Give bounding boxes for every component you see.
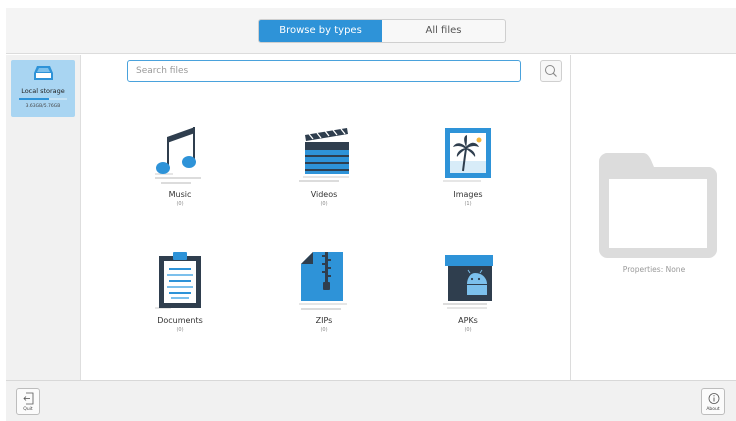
local-storage-item[interactable]: Local storage 3.63GB/5.76GB bbox=[11, 60, 75, 117]
properties-panel: Properties: None bbox=[570, 55, 736, 380]
category-label: Music bbox=[168, 190, 192, 199]
folder-icon bbox=[599, 153, 717, 258]
category-label: APKs bbox=[458, 316, 478, 325]
category-documents[interactable]: Documents (0) bbox=[130, 251, 230, 356]
search-button[interactable] bbox=[540, 60, 562, 82]
storage-label: Local storage bbox=[21, 87, 65, 95]
about-button[interactable]: About bbox=[701, 388, 725, 415]
info-icon bbox=[708, 393, 720, 404]
category-label: Documents bbox=[157, 316, 203, 325]
category-count: (0) bbox=[320, 201, 328, 207]
quit-label: Quit bbox=[23, 407, 33, 412]
storage-usage-bar bbox=[19, 98, 67, 100]
category-count: (0) bbox=[464, 327, 472, 333]
category-videos[interactable]: Videos (0) bbox=[274, 125, 374, 230]
app-window: Browse by types All files Local storage … bbox=[0, 0, 736, 421]
search-icon bbox=[545, 65, 557, 77]
properties-text: Properties: None bbox=[622, 265, 686, 274]
category-images[interactable]: Images (1) bbox=[418, 125, 518, 230]
clipboard-document-icon bbox=[155, 252, 201, 309]
zip-archive-icon bbox=[299, 252, 347, 310]
clapperboard-icon bbox=[299, 128, 349, 182]
category-browser: Music (0) Videos (0) bbox=[82, 55, 569, 380]
about-label: About bbox=[706, 407, 720, 412]
tab-all-files[interactable]: All files bbox=[382, 20, 505, 42]
category-music[interactable]: Music (0) bbox=[130, 125, 230, 230]
music-note-icon bbox=[155, 127, 201, 184]
picture-icon bbox=[443, 128, 491, 182]
storage-sidebar: Local storage 3.63GB/5.76GB bbox=[6, 55, 81, 380]
hard-drive-icon bbox=[34, 66, 53, 80]
tab-browse-by-types[interactable]: Browse by types bbox=[259, 20, 382, 42]
exit-icon bbox=[23, 392, 34, 405]
quit-button[interactable]: Quit bbox=[16, 388, 40, 415]
category-apks[interactable]: APKs (0) bbox=[418, 251, 518, 356]
category-count: (0) bbox=[176, 201, 184, 207]
category-label: Images bbox=[453, 190, 483, 199]
category-label: ZIPs bbox=[315, 316, 333, 325]
category-label: Videos bbox=[310, 190, 338, 199]
category-zips[interactable]: ZIPs (0) bbox=[274, 251, 374, 356]
view-tabs: Browse by types All files bbox=[258, 19, 506, 43]
category-count: (1) bbox=[464, 201, 472, 207]
storage-size: 3.63GB/5.76GB bbox=[25, 104, 61, 109]
search-input[interactable] bbox=[127, 60, 521, 82]
storage-usage-fill bbox=[19, 98, 50, 100]
category-count: (0) bbox=[320, 327, 328, 333]
category-count: (0) bbox=[176, 327, 184, 333]
bottom-bar: Quit About bbox=[6, 380, 736, 421]
android-package-icon bbox=[443, 255, 493, 309]
top-bar: Browse by types All files bbox=[6, 8, 736, 54]
